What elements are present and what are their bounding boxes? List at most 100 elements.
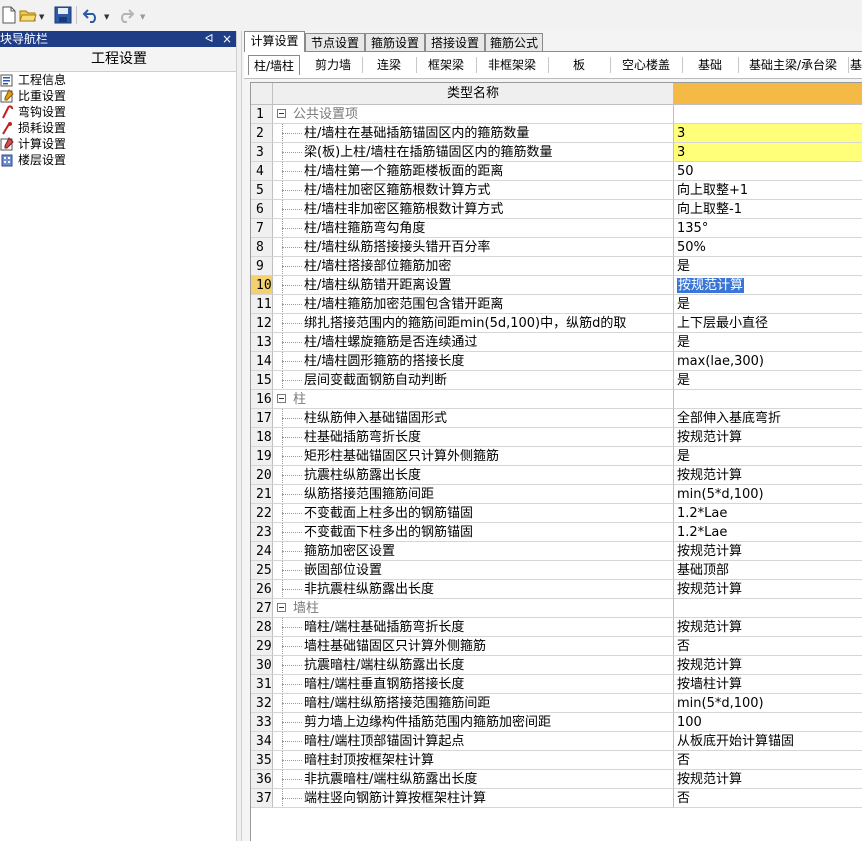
setting-value-cell[interactable] bbox=[674, 390, 862, 409]
row-name-cell[interactable]: 纵筋搭接范围箍筋间距 bbox=[273, 485, 674, 504]
tab-foundation[interactable]: 基础 bbox=[684, 55, 736, 75]
row-name-cell[interactable]: 公共设置项 bbox=[273, 105, 674, 124]
tab-stirrup-formula[interactable]: 箍筋公式 bbox=[485, 33, 543, 51]
tab-lap-settings[interactable]: 搭接设置 bbox=[425, 33, 485, 51]
tab-calc-settings[interactable]: 计算设置 bbox=[244, 31, 305, 52]
table-row[interactable]: 36 非抗震暗柱/端柱纵筋露出长度 按规范计算 bbox=[251, 770, 862, 789]
row-number[interactable]: 29 bbox=[251, 637, 273, 656]
table-row[interactable]: 9 柱/墙柱搭接部位箍筋加密 是 bbox=[251, 257, 862, 276]
tab-stirrup-settings[interactable]: 箍筋设置 bbox=[365, 33, 425, 51]
group-row[interactable]: 16 柱 bbox=[251, 390, 862, 409]
row-name-cell[interactable]: 墙柱基础锚固区只计算外侧箍筋 bbox=[273, 637, 674, 656]
setting-value-cell[interactable]: 全部伸入基底弯折 bbox=[674, 409, 862, 428]
row-number[interactable]: 30 bbox=[251, 656, 273, 675]
setting-value-cell[interactable]: 按规范计算 bbox=[674, 428, 862, 447]
setting-value-cell[interactable]: 按规范计算 bbox=[674, 656, 862, 675]
setting-value-cell[interactable]: 按规范计算 bbox=[674, 276, 862, 295]
row-name-cell[interactable]: 不变截面上柱多出的钢筋锚固 bbox=[273, 504, 674, 523]
row-number[interactable]: 25 bbox=[251, 561, 273, 580]
row-name-cell[interactable]: 柱基础插筋弯折长度 bbox=[273, 428, 674, 447]
tab-more[interactable]: 基 bbox=[850, 55, 862, 75]
table-row[interactable]: 15 层间变截面钢筋自动判断 是 bbox=[251, 371, 862, 390]
row-name-cell[interactable]: 暗柱/端柱顶部锚固计算起点 bbox=[273, 732, 674, 751]
table-row[interactable]: 13 柱/墙柱螺旋箍筋是否连续通过 是 bbox=[251, 333, 862, 352]
table-row[interactable]: 28 暗柱/端柱基础插筋弯折长度 按规范计算 bbox=[251, 618, 862, 637]
row-number[interactable]: 3 bbox=[251, 143, 273, 162]
row-name-cell[interactable]: 抗震暗柱/端柱纵筋露出长度 bbox=[273, 656, 674, 675]
row-name-cell[interactable]: 柱 bbox=[273, 390, 674, 409]
row-number[interactable]: 23 bbox=[251, 523, 273, 542]
row-number[interactable]: 12 bbox=[251, 314, 273, 333]
open-dropdown-icon[interactable]: ▼ bbox=[39, 13, 44, 21]
setting-value-cell[interactable]: 是 bbox=[674, 333, 862, 352]
row-name-cell[interactable]: 柱/墙柱搭接部位箍筋加密 bbox=[273, 257, 674, 276]
row-number[interactable]: 8 bbox=[251, 238, 273, 257]
row-name-cell[interactable]: 不变截面下柱多出的钢筋锚固 bbox=[273, 523, 674, 542]
row-number[interactable]: 10 bbox=[251, 276, 273, 295]
row-number[interactable]: 32 bbox=[251, 694, 273, 713]
table-row[interactable]: 31 暗柱/端柱垂直钢筋搭接长度 按墙柱计算 bbox=[251, 675, 862, 694]
redo-dropdown-icon[interactable]: ▼ bbox=[140, 13, 145, 21]
setting-value-cell[interactable]: 按墙柱计算 bbox=[674, 675, 862, 694]
tab-node-settings[interactable]: 节点设置 bbox=[305, 33, 365, 51]
tab-column-wallcolumn[interactable]: 柱/墙柱 bbox=[248, 55, 300, 75]
column-header-value[interactable] bbox=[674, 83, 862, 105]
table-row[interactable]: 33 剪力墙上边缘构件插筋范围内箍筋加密间距 100 bbox=[251, 713, 862, 732]
row-number[interactable]: 24 bbox=[251, 542, 273, 561]
table-row[interactable]: 26 非抗震柱纵筋露出长度 按规范计算 bbox=[251, 580, 862, 599]
setting-value-cell[interactable]: 是 bbox=[674, 295, 862, 314]
row-number[interactable]: 11 bbox=[251, 295, 273, 314]
row-name-cell[interactable]: 绑扎搭接范围内的箍筋间距min(5d,100)中，纵筋d的取 bbox=[273, 314, 674, 333]
undo-icon[interactable] bbox=[82, 6, 100, 24]
row-number[interactable]: 36 bbox=[251, 770, 273, 789]
table-row[interactable]: 34 暗柱/端柱顶部锚固计算起点 从板底开始计算锚固 bbox=[251, 732, 862, 751]
collapse-icon[interactable] bbox=[277, 109, 286, 118]
table-row[interactable]: 12 绑扎搭接范围内的箍筋间距min(5d,100)中，纵筋d的取 上下层最小直径 bbox=[251, 314, 862, 333]
row-number[interactable]: 26 bbox=[251, 580, 273, 599]
row-number[interactable]: 7 bbox=[251, 219, 273, 238]
row-name-cell[interactable]: 墙柱 bbox=[273, 599, 674, 618]
row-number[interactable]: 22 bbox=[251, 504, 273, 523]
row-number[interactable]: 37 bbox=[251, 789, 273, 808]
table-row[interactable]: 4 柱/墙柱第一个箍筋距楼板面的距离 50 bbox=[251, 162, 862, 181]
setting-value-cell[interactable]: 是 bbox=[674, 447, 862, 466]
table-row[interactable]: 23 不变截面下柱多出的钢筋锚固 1.2*Lae bbox=[251, 523, 862, 542]
setting-value-cell[interactable]: min(5*d,100) bbox=[674, 485, 862, 504]
table-row[interactable]: 22 不变截面上柱多出的钢筋锚固 1.2*Lae bbox=[251, 504, 862, 523]
close-icon[interactable]: × bbox=[222, 31, 232, 47]
row-name-cell[interactable]: 柱/墙柱在基础插筋锚固区内的箍筋数量 bbox=[273, 124, 674, 143]
setting-value-cell[interactable]: 向上取整+1 bbox=[674, 181, 862, 200]
row-number[interactable]: 34 bbox=[251, 732, 273, 751]
pin-icon[interactable]: ᐊ bbox=[205, 31, 213, 47]
table-row[interactable]: 21 纵筋搭接范围箍筋间距 min(5*d,100) bbox=[251, 485, 862, 504]
table-row[interactable]: 10 柱/墙柱纵筋错开距离设置 按规范计算 bbox=[251, 276, 862, 295]
tab-hollow-floor[interactable]: 空心楼盖 bbox=[612, 55, 680, 75]
setting-value-cell[interactable]: 按规范计算 bbox=[674, 466, 862, 485]
setting-value-cell[interactable]: 按规范计算 bbox=[674, 580, 862, 599]
row-name-cell[interactable]: 暗柱/端柱基础插筋弯折长度 bbox=[273, 618, 674, 637]
tab-shear-wall[interactable]: 剪力墙 bbox=[306, 55, 360, 75]
row-name-cell[interactable]: 端柱竖向钢筋计算按框架柱计算 bbox=[273, 789, 674, 808]
selected-value-text[interactable]: 按规范计算 bbox=[677, 278, 745, 293]
tab-slab[interactable]: 板 bbox=[550, 55, 608, 75]
row-number[interactable]: 13 bbox=[251, 333, 273, 352]
row-name-cell[interactable]: 柱纵筋伸入基础锚固形式 bbox=[273, 409, 674, 428]
setting-value-cell[interactable]: 50 bbox=[674, 162, 862, 181]
open-folder-icon[interactable] bbox=[19, 6, 37, 24]
row-number[interactable]: 33 bbox=[251, 713, 273, 732]
row-name-cell[interactable]: 非抗震暗柱/端柱纵筋露出长度 bbox=[273, 770, 674, 789]
table-row[interactable]: 2 柱/墙柱在基础插筋锚固区内的箍筋数量 3 bbox=[251, 124, 862, 143]
row-number[interactable]: 28 bbox=[251, 618, 273, 637]
row-number[interactable]: 16 bbox=[251, 390, 273, 409]
table-row[interactable]: 8 柱/墙柱纵筋搭接接头错开百分率 50% bbox=[251, 238, 862, 257]
tab-frame-beam[interactable]: 框架梁 bbox=[418, 55, 474, 75]
setting-value-cell[interactable]: 上下层最小直径 bbox=[674, 314, 862, 333]
table-row[interactable]: 20 抗震柱纵筋露出长度 按规范计算 bbox=[251, 466, 862, 485]
row-name-cell[interactable]: 柱/墙柱箍筋加密范围包含错开距离 bbox=[273, 295, 674, 314]
row-name-cell[interactable]: 暗柱封顶按框架柱计算 bbox=[273, 751, 674, 770]
setting-value-cell[interactable] bbox=[674, 105, 862, 124]
setting-value-cell[interactable]: 向上取整-1 bbox=[674, 200, 862, 219]
setting-value-cell[interactable]: 是 bbox=[674, 371, 862, 390]
table-row[interactable]: 24 箍筋加密区设置 按规范计算 bbox=[251, 542, 862, 561]
row-name-cell[interactable]: 柱/墙柱加密区箍筋根数计算方式 bbox=[273, 181, 674, 200]
